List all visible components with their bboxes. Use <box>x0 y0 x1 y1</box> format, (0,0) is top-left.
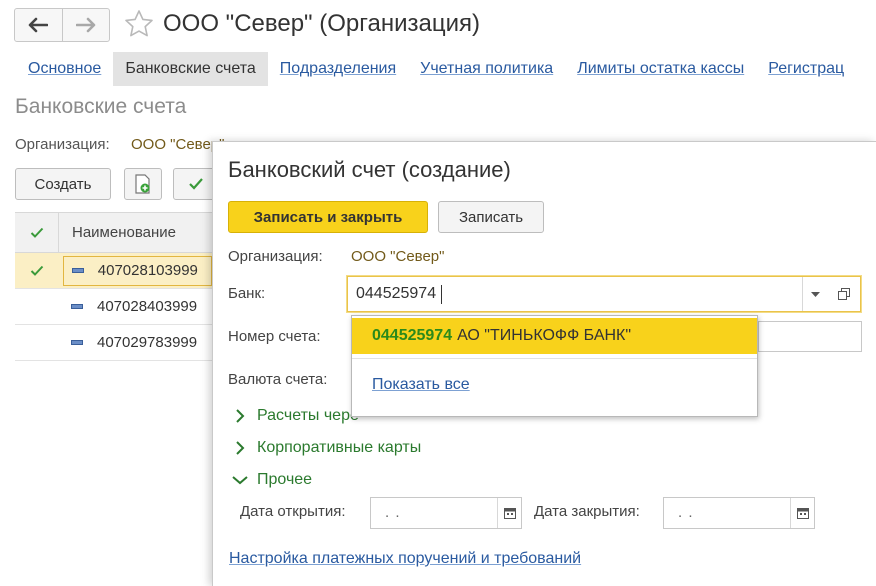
account-name: 407029783999 <box>97 334 198 351</box>
section-other[interactable]: Прочее <box>230 470 312 490</box>
check-icon <box>30 265 44 276</box>
account-name-cell[interactable]: 407029783999 <box>59 334 197 351</box>
calendar-icon <box>796 508 809 519</box>
bank-field[interactable]: 044525974 <box>347 276 861 312</box>
add-document-icon <box>135 174 150 194</box>
bank-open-button[interactable] <box>830 277 858 311</box>
section-corporate-cards-label: Корпоративные карты <box>257 439 422 456</box>
open-date-field[interactable]: . . <box>370 497 522 529</box>
main-marker <box>15 253 59 288</box>
tab-subdivisions[interactable]: Подразделения <box>268 52 408 86</box>
arrow-left-icon <box>29 17 49 33</box>
chevron-right-icon <box>230 406 250 426</box>
open-date-value: . . <box>385 504 401 521</box>
list-organization-label: Организация: <box>15 136 110 153</box>
account-icon <box>71 268 84 273</box>
arrow-right-icon <box>75 17 96 33</box>
open-date-calendar-button[interactable] <box>497 498 521 528</box>
main-column-header[interactable] <box>15 213 59 252</box>
history-nav <box>14 8 110 42</box>
bank-autocomplete-dropdown: 044525974 АО "ТИНЬКОФФ БАНК" Показать вс… <box>351 315 758 417</box>
account-name-cell[interactable]: 407028103999 <box>62 255 212 286</box>
bank-dropdown-button[interactable] <box>802 277 828 311</box>
favorite-star-icon[interactable] <box>123 8 155 40</box>
open-date-label: Дата открытия: <box>240 503 346 520</box>
show-all-link[interactable]: Показать все <box>372 376 470 394</box>
organization-label: Организация: <box>228 248 323 265</box>
text-caret <box>441 285 442 304</box>
list-title: Банковские счета <box>15 95 187 118</box>
table-row[interactable]: 407029783999 <box>15 325 212 361</box>
tab-cash-limits[interactable]: Лимиты остатка кассы <box>565 52 756 86</box>
account-name: 407028103999 <box>97 262 198 279</box>
section-corporate-cards[interactable]: Корпоративные карты <box>230 438 421 458</box>
create-button[interactable]: Создать <box>15 168 111 200</box>
bank-account-dialog: Банковский счет (создание) Записать и за… <box>212 141 876 586</box>
dialog-title: Банковский счет (создание) <box>228 157 511 182</box>
chevron-right-icon <box>230 438 250 458</box>
add-copy-button[interactable] <box>124 168 162 200</box>
tab-bank-accounts[interactable]: Банковские счета <box>113 52 268 86</box>
calendar-icon <box>503 508 516 519</box>
bank-suggestion-name: АО "ТИНЬКОФФ БАНК" <box>457 327 632 344</box>
currency-label: Валюта счета: <box>228 371 328 388</box>
window-title: ООО "Север" (Организация) <box>163 10 480 37</box>
section-other-label: Прочее <box>257 471 313 488</box>
bank-input-text[interactable]: 044525974 <box>356 285 436 303</box>
check-icon <box>189 178 203 190</box>
section-payments[interactable]: Расчеты чере <box>230 406 359 426</box>
account-name: 407028403999 <box>97 298 198 315</box>
table-header: Наименование <box>15 213 212 253</box>
tab-main[interactable]: Основное <box>14 52 113 86</box>
forward-button[interactable] <box>61 9 109 41</box>
account-number-label: Номер счета: <box>228 328 321 345</box>
close-date-label: Дата закрытия: <box>534 503 640 520</box>
save-button[interactable]: Записать <box>438 201 544 233</box>
chevron-down-icon <box>811 291 820 297</box>
payment-orders-settings-link[interactable]: Настройка платежных поручений и требован… <box>229 550 581 568</box>
bank-suggestion-item[interactable]: 044525974 АО "ТИНЬКОФФ БАНК" <box>352 318 757 354</box>
bank-accounts-table: Наименование 407028103999 407028403999 4… <box>15 212 212 361</box>
check-icon <box>30 227 43 238</box>
save-and-close-button[interactable]: Записать и закрыть <box>228 201 428 233</box>
back-button[interactable] <box>15 9 62 41</box>
section-payments-label: Расчеты чере <box>257 407 359 424</box>
account-icon <box>71 304 83 309</box>
bank-label: Банк: <box>228 285 266 302</box>
table-row[interactable]: 407028403999 <box>15 289 212 325</box>
tab-registration[interactable]: Регистрац <box>756 52 856 86</box>
list-organization-value: ООО "Север" <box>131 136 225 153</box>
dropdown-divider <box>352 358 757 359</box>
chevron-down-icon <box>230 470 250 490</box>
close-date-field[interactable]: . . <box>663 497 815 529</box>
bank-suggestion-code: 044525974 <box>372 327 453 344</box>
table-row[interactable]: 407028103999 <box>15 253 212 289</box>
account-number-field[interactable] <box>758 321 862 352</box>
account-name-cell[interactable]: 407028403999 <box>59 298 197 315</box>
account-icon <box>71 340 83 345</box>
tab-bar: Основное Банковские счета Подразделения … <box>14 52 856 86</box>
close-date-value: . . <box>678 504 694 521</box>
organization-value[interactable]: ООО "Север" <box>351 248 444 265</box>
name-column-header[interactable]: Наименование <box>59 224 176 241</box>
close-date-calendar-button[interactable] <box>790 498 814 528</box>
open-window-icon <box>838 288 850 300</box>
tab-accounting-policy[interactable]: Учетная политика <box>408 52 565 86</box>
